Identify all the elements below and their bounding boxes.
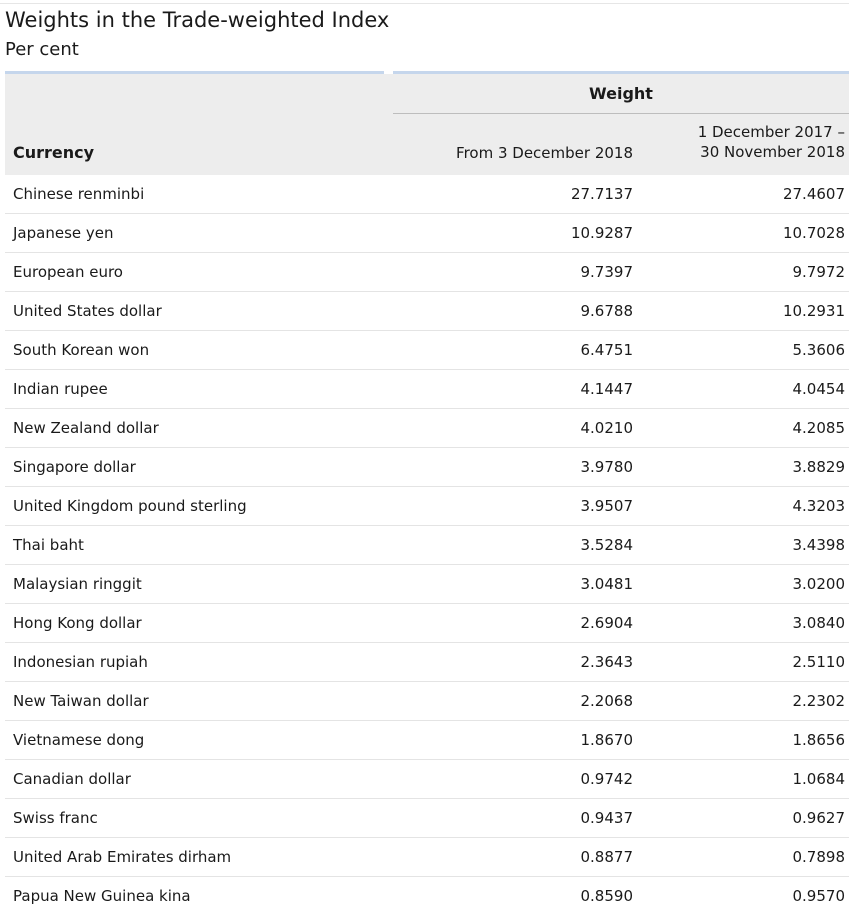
weight-from-2018-cell: 9.6788	[580, 302, 634, 320]
table-row: New Zealand dollar 4.0210 4.2085	[5, 409, 849, 448]
currency-cell: European euro	[13, 263, 123, 281]
weight-from-2018-cell: 3.9780	[580, 458, 634, 476]
weight-from-2018-cell: 2.2068	[580, 692, 634, 710]
weight-previous-period-cell: 10.7028	[782, 224, 845, 242]
currency-cell: Indonesian rupiah	[13, 653, 148, 671]
currency-cell: Indian rupee	[13, 380, 108, 398]
weight-previous-period-cell: 0.7898	[792, 848, 846, 866]
weight-group-header: Weight	[589, 84, 653, 103]
table-row: Indonesian rupiah 2.3643 2.5110	[5, 643, 849, 682]
weight-previous-period-cell: 0.9627	[792, 809, 846, 827]
weight-previous-period-cell: 4.0454	[792, 380, 846, 398]
currency-cell: Papua New Guinea kina	[13, 887, 191, 905]
table-row: Thai baht 3.5284 3.4398	[5, 526, 849, 565]
top-divider	[0, 3, 849, 4]
currency-cell: New Taiwan dollar	[13, 692, 149, 710]
currency-cell: United Kingdom pound sterling	[13, 497, 247, 515]
column-header-previous-line1: 1 December 2017 –	[697, 123, 845, 141]
page-subtitle: Per cent	[5, 39, 79, 60]
weight-previous-period-cell: 5.3606	[792, 341, 846, 359]
weight-previous-period-cell: 3.4398	[792, 536, 846, 554]
table-row: United Arab Emirates dirham 0.8877 0.7898	[5, 838, 849, 877]
weight-from-2018-cell: 0.8590	[580, 887, 634, 905]
table-row: South Korean won 6.4751 5.3606	[5, 331, 849, 370]
table-row: Papua New Guinea kina 0.8590 0.9570	[5, 877, 849, 915]
weight-from-2018-cell: 0.9742	[580, 770, 634, 788]
table-row: United States dollar 9.6788 10.2931	[5, 292, 849, 331]
weight-group-divider	[393, 113, 849, 114]
currency-cell: Swiss franc	[13, 809, 98, 827]
weight-from-2018-cell: 9.7397	[580, 263, 634, 281]
table-body: Chinese renminbi 27.7137 27.4607 Japanese y…	[5, 175, 849, 915]
currency-cell: Thai baht	[13, 536, 84, 554]
table-row: Vietnamese dong 1.8670 1.8656	[5, 721, 849, 760]
weight-from-2018-cell: 10.9287	[570, 224, 633, 242]
weight-previous-period-cell: 2.5110	[792, 653, 846, 671]
weight-previous-period-cell: 9.7972	[792, 263, 846, 281]
weight-from-2018-cell: 6.4751	[580, 341, 634, 359]
currency-cell: South Korean won	[13, 341, 150, 359]
table-row: Singapore dollar 3.9780 3.8829	[5, 448, 849, 487]
currency-cell: Malaysian ringgit	[13, 575, 142, 593]
currency-cell: Canadian dollar	[13, 770, 131, 788]
currency-cell: New Zealand dollar	[13, 419, 159, 437]
weight-previous-period-cell: 2.2302	[792, 692, 846, 710]
table-row: Indian rupee 4.1447 4.0454	[5, 370, 849, 409]
column-header-from-2018: From 3 December 2018	[456, 144, 633, 162]
weight-previous-period-cell: 3.8829	[792, 458, 846, 476]
weight-previous-period-cell: 4.2085	[792, 419, 846, 437]
weight-from-2018-cell: 1.8670	[580, 731, 634, 749]
weight-from-2018-cell: 3.9507	[580, 497, 634, 515]
currency-cell: Hong Kong dollar	[13, 614, 142, 632]
table-row: New Taiwan dollar 2.2068 2.2302	[5, 682, 849, 721]
weight-from-2018-cell: 0.9437	[580, 809, 634, 827]
weight-previous-period-cell: 3.0200	[792, 575, 846, 593]
table-row: Japanese yen 10.9287 10.7028	[5, 214, 849, 253]
currency-cell: United Arab Emirates dirham	[13, 848, 232, 866]
currency-cell: Singapore dollar	[13, 458, 136, 476]
weight-previous-period-cell: 4.3203	[792, 497, 846, 515]
weight-from-2018-cell: 0.8877	[580, 848, 634, 866]
weight-from-2018-cell: 4.0210	[580, 419, 634, 437]
table-row: Hong Kong dollar 2.6904 3.0840	[5, 604, 849, 643]
column-header-previous-period: 1 December 2017 – 30 November 2018	[698, 122, 845, 162]
weight-previous-period-cell: 1.0684	[792, 770, 846, 788]
currency-cell: Vietnamese dong	[13, 731, 145, 749]
page-title: Weights in the Trade-weighted Index	[5, 8, 390, 32]
table-row: European euro 9.7397 9.7972	[5, 253, 849, 292]
weight-from-2018-cell: 2.6904	[580, 614, 634, 632]
weight-from-2018-cell: 2.3643	[580, 653, 634, 671]
table-row: Canadian dollar 0.9742 1.0684	[5, 760, 849, 799]
weight-previous-period-cell: 1.8656	[792, 731, 846, 749]
weight-from-2018-cell: 4.1447	[580, 380, 634, 398]
currency-cell: Chinese renminbi	[13, 185, 145, 203]
column-header-currency: Currency	[13, 143, 95, 162]
weight-previous-period-cell: 0.9570	[792, 887, 846, 905]
table-row: Malaysian ringgit 3.0481 3.0200	[5, 565, 849, 604]
weight-previous-period-cell: 10.2931	[782, 302, 845, 320]
weight-previous-period-cell: 27.4607	[782, 185, 845, 203]
currency-cell: Japanese yen	[13, 224, 114, 242]
table-row: Chinese renminbi 27.7137 27.4607	[5, 175, 849, 214]
weight-from-2018-cell: 3.0481	[580, 575, 634, 593]
weight-from-2018-cell: 3.5284	[580, 536, 634, 554]
table-row: United Kingdom pound sterling 3.9507 4.320…	[5, 487, 849, 526]
column-header-previous-line2: 30 November 2018	[700, 143, 845, 161]
table-row: Swiss franc 0.9437 0.9627	[5, 799, 849, 838]
weight-from-2018-cell: 27.7137	[570, 185, 633, 203]
currency-cell: United States dollar	[13, 302, 162, 320]
weight-previous-period-cell: 3.0840	[792, 614, 846, 632]
